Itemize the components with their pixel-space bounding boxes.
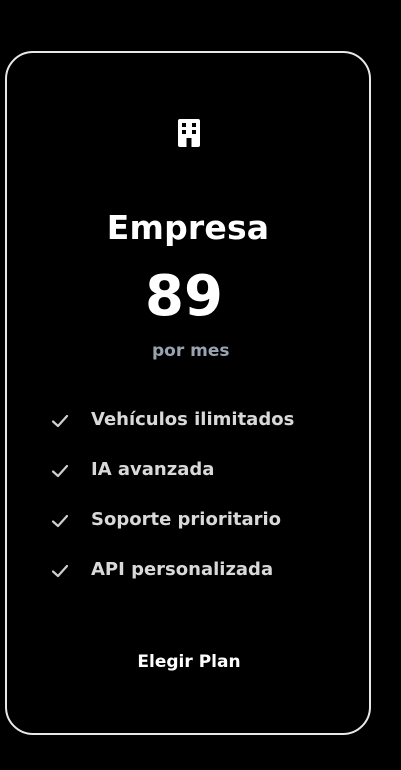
plan-name: Empresa: [106, 208, 270, 247]
feature-label: Soporte prioritario: [91, 509, 282, 530]
building-icon: [178, 119, 200, 147]
check-icon: [51, 564, 69, 578]
feature-item: Soporte prioritario: [51, 508, 294, 558]
feature-item: Vehículos ilimitados: [51, 408, 294, 458]
choose-plan-button[interactable]: Elegir Plan: [107, 647, 271, 677]
pricing-card: Empresa 89 por mes Vehículos ilimitados …: [5, 51, 371, 735]
feature-label: IA avanzada: [91, 459, 215, 480]
feature-item: IA avanzada: [51, 458, 294, 508]
check-icon: [51, 464, 69, 478]
check-icon: [51, 414, 69, 428]
feature-list: Vehículos ilimitados IA avanzada Soporte…: [51, 408, 294, 608]
feature-label: Vehículos ilimitados: [91, 409, 295, 430]
check-icon: [51, 514, 69, 528]
feature-label: API personalizada: [91, 559, 274, 580]
plan-price: 89: [145, 264, 223, 329]
billing-period: por mes: [152, 341, 230, 361]
feature-item: API personalizada: [51, 558, 294, 608]
